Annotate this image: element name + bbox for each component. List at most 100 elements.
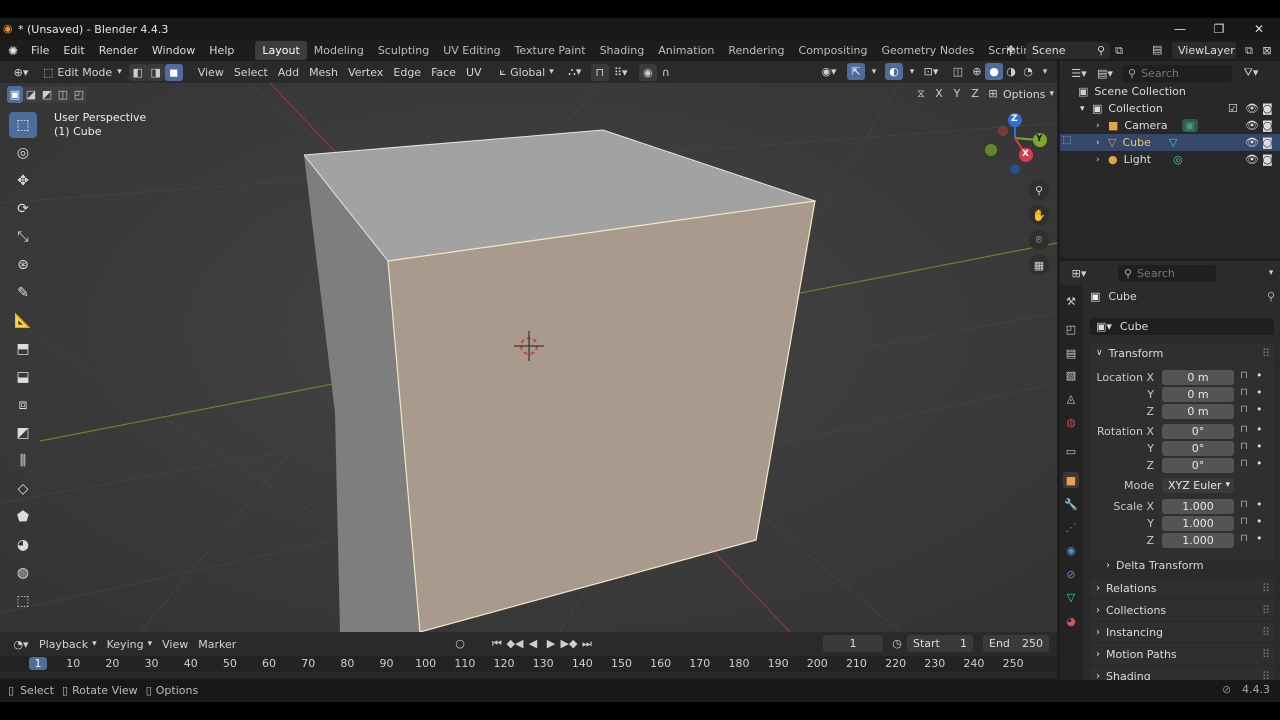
keyframe-dot-icon[interactable]: •	[1256, 515, 1263, 528]
select-box-tool-icon[interactable]: ⬚	[9, 112, 37, 138]
blender-menu-icon[interactable]: ✺	[8, 44, 24, 58]
select-new-icon[interactable]: ▣	[7, 86, 23, 103]
close-button[interactable]: ✕	[1239, 18, 1279, 40]
material-tab-icon[interactable]: ◕	[1063, 613, 1079, 629]
spin-tool-icon[interactable]: ◕	[9, 532, 37, 558]
pin-scene-icon[interactable]: ⚲	[1092, 42, 1110, 59]
drag-handle-icon[interactable]: ⠿	[1262, 347, 1270, 360]
drag-handle-icon[interactable]: ⠿	[1262, 626, 1270, 639]
solid-shading-icon[interactable]: ●	[985, 63, 1003, 80]
lock-icon[interactable]: ⊓	[1240, 441, 1248, 452]
expand-arrow-icon[interactable]: ›	[1096, 155, 1108, 165]
falloff-icon[interactable]: ∩	[657, 64, 675, 81]
outliner-item-light[interactable]: › ● Light ◎ 👁 ◙	[1060, 151, 1280, 168]
maximize-button[interactable]: ❐	[1199, 18, 1239, 40]
edge-select-icon[interactable]: ◨	[146, 63, 165, 81]
view-layer-selector[interactable]: ViewLayer	[1172, 42, 1236, 59]
render-tab-icon[interactable]: ◰	[1063, 321, 1079, 337]
viewport-canvas[interactable]	[0, 83, 1057, 632]
poly-build-tool-icon[interactable]: ⬟	[9, 504, 37, 530]
menu-view[interactable]: View	[193, 63, 229, 81]
lock-icon[interactable]: ⊓	[1240, 458, 1248, 469]
eye-icon[interactable]: 👁	[1245, 102, 1259, 115]
outliner-item-camera[interactable]: › ■ Camera ▣ 👁 ◙	[1060, 117, 1280, 134]
menu-edit[interactable]: Edit	[56, 44, 91, 57]
edge-slide-tool-icon[interactable]: ⬚	[9, 588, 37, 614]
mirror-z-toggle[interactable]: Z	[966, 85, 984, 102]
rotation-z-field[interactable]: 0°	[1162, 458, 1234, 473]
lock-icon[interactable]: ⊓	[1240, 499, 1248, 510]
constraints-tab-icon[interactable]: ⊘	[1063, 566, 1079, 582]
camera-render-icon[interactable]: ◙	[1262, 119, 1273, 132]
instancing-panel-header[interactable]: › Instancing ⠿	[1090, 622, 1274, 642]
mirror-icon[interactable]: ⧖	[912, 85, 930, 102]
properties-search[interactable]: ⚲ Search	[1118, 264, 1216, 282]
eye-icon[interactable]: 👁	[1245, 119, 1259, 132]
transform-panel-header[interactable]: ∨ Transform ⠿	[1090, 343, 1274, 363]
collection-row[interactable]: ▾ ▣ Collection ☑ 👁 ◙	[1060, 100, 1280, 117]
keyframe-dot-icon[interactable]: •	[1256, 386, 1263, 399]
keyframe-dot-icon[interactable]: •	[1256, 423, 1263, 436]
camera-render-icon[interactable]: ◙	[1262, 102, 1273, 115]
new-scene-icon[interactable]: ⧉	[1110, 42, 1128, 59]
lock-icon[interactable]: ⊓	[1240, 404, 1248, 415]
rotation-y-field[interactable]: 0°	[1162, 441, 1234, 456]
editor-type-icon[interactable]: ⊕▾	[8, 64, 34, 81]
extrude-tool-icon[interactable]: ⬓	[9, 364, 37, 390]
menu-help[interactable]: Help	[202, 44, 241, 57]
menu-add[interactable]: Add	[273, 63, 304, 81]
menu-window[interactable]: Window	[145, 44, 202, 57]
vertex-select-icon[interactable]: ◧	[128, 63, 147, 81]
menu-file[interactable]: File	[24, 44, 56, 57]
menu-edge[interactable]: Edge	[388, 63, 426, 81]
relations-panel-header[interactable]: › Relations ⠿	[1090, 578, 1274, 598]
add-cube-tool-icon[interactable]: ⬒	[9, 336, 37, 362]
bevel-tool-icon[interactable]: ◩	[9, 420, 37, 446]
tool-tab-icon[interactable]: ⚒	[1063, 293, 1079, 309]
edit-mode-indicator-icon[interactable]: ⬚	[1060, 135, 1074, 151]
select-subtract-icon[interactable]: ◩	[39, 86, 55, 103]
timeline-marker-menu[interactable]: Marker	[193, 635, 241, 653]
tab-texture-paint[interactable]: Texture Paint	[508, 41, 593, 60]
remove-view-layer-icon[interactable]: ⊠	[1258, 42, 1276, 59]
scale-tool-icon[interactable]: ⤡	[9, 224, 37, 250]
keyframe-dot-icon[interactable]: •	[1256, 532, 1263, 545]
select-invert-icon[interactable]: ◫	[55, 86, 71, 103]
rotation-x-field[interactable]: 0°	[1162, 424, 1234, 439]
menu-face[interactable]: Face	[426, 63, 461, 81]
timeline-editor-icon[interactable]: ◔▾	[8, 636, 34, 653]
timeline-playback-menu[interactable]: Playback ▾	[34, 635, 102, 653]
tab-modeling[interactable]: Modeling	[307, 41, 371, 60]
camera-view-icon[interactable]: ⌾	[1029, 230, 1049, 250]
rotate-tool-icon[interactable]: ⟳	[9, 196, 37, 222]
menu-select[interactable]: Select	[229, 63, 273, 81]
gizmo-menu-icon[interactable]: ▾	[865, 63, 883, 80]
chevron-down-icon[interactable]: ▾	[1262, 265, 1280, 282]
timeline-view-menu[interactable]: View	[157, 635, 193, 653]
orientation-selector[interactable]: ⟀ Global ▾	[495, 63, 559, 81]
prev-keyframe-icon[interactable]: ◆◀	[506, 635, 524, 652]
eye-icon[interactable]: 👁	[1245, 153, 1259, 166]
minimize-button[interactable]: —	[1160, 18, 1200, 40]
expand-arrow-icon[interactable]: ▾	[1080, 104, 1092, 114]
drag-handle-icon[interactable]: ⠿	[1262, 604, 1270, 617]
playhead-frame[interactable]: 1	[29, 657, 47, 670]
data-tab-icon[interactable]: ▽	[1063, 589, 1079, 605]
select-extend-icon[interactable]: ◪	[23, 86, 39, 103]
shading-panel-header[interactable]: › Shading ⠿	[1090, 666, 1274, 680]
outliner-editor-icon[interactable]: ☰▾	[1066, 65, 1092, 82]
options-dropdown[interactable]: Options ▾	[998, 85, 1057, 103]
pivot-point-icon[interactable]: ⛬▾	[563, 64, 587, 81]
scene-collection-row[interactable]: ▣ Scene Collection	[1060, 83, 1280, 100]
jump-start-icon[interactable]: ⏮	[488, 635, 506, 652]
lock-icon[interactable]: ⊓	[1240, 424, 1248, 435]
play-reverse-icon[interactable]: ◀	[524, 635, 542, 652]
drag-handle-icon[interactable]: ⠿	[1262, 670, 1270, 681]
snap-icon[interactable]: ⊓	[590, 63, 609, 81]
face-select-icon[interactable]: ◼	[164, 63, 183, 81]
pin-icon[interactable]: ⚲	[1267, 290, 1275, 303]
tab-geometry-nodes[interactable]: Geometry Nodes	[874, 41, 981, 60]
mirror-x-toggle[interactable]: X	[930, 85, 948, 102]
shading-menu-icon[interactable]: ▾	[1036, 63, 1054, 80]
auto-keying-icon[interactable]: ○	[451, 635, 469, 652]
